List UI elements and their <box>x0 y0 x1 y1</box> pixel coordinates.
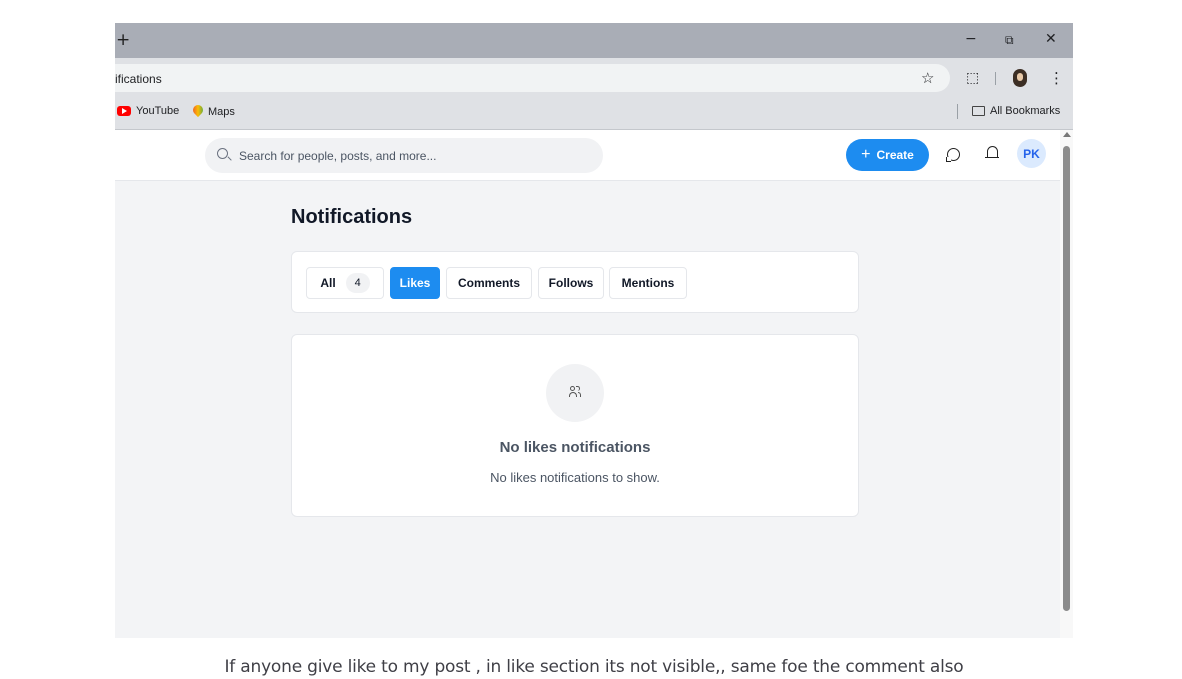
all-bookmarks-button[interactable]: All Bookmarks <box>972 105 1060 117</box>
users-icon <box>569 386 581 398</box>
restore-button[interactable]: ⧉ <box>1005 33 1014 48</box>
youtube-icon <box>117 106 131 116</box>
close-window-button[interactable]: ✕ <box>1045 31 1057 47</box>
maps-icon <box>193 105 203 118</box>
page-title: Notifications <box>291 206 413 228</box>
tab-follows[interactable]: Follows <box>538 267 604 299</box>
tab-likes[interactable]: Likes <box>390 267 440 299</box>
extensions-icon[interactable]: ⬚ <box>966 70 979 86</box>
empty-state-card: No likes notifications No likes notifica… <box>291 334 859 517</box>
tab-all[interactable]: All 4 <box>306 267 384 299</box>
notification-tabs: All 4 Likes Comments Follows Mentions <box>291 251 859 313</box>
toolbar-divider <box>995 72 996 85</box>
menu-icon[interactable]: ⋮ <box>1049 69 1064 87</box>
search-bar[interactable] <box>205 138 603 173</box>
create-button[interactable]: + Create <box>846 139 929 171</box>
scroll-up-arrow-icon[interactable] <box>1063 132 1071 137</box>
search-icon <box>217 148 228 159</box>
new-tab-button[interactable]: + <box>116 30 130 50</box>
scrollbar-thumb[interactable] <box>1063 146 1070 611</box>
empty-state-title: No likes notifications <box>499 439 651 456</box>
bookmarks-divider <box>957 104 958 119</box>
minimize-button[interactable]: − <box>965 31 977 47</box>
bookmark-label: YouTube <box>136 105 180 117</box>
all-bookmarks-label: All Bookmarks <box>990 105 1061 117</box>
bookmark-maps[interactable]: Maps <box>193 105 235 118</box>
tab-mentions[interactable]: Mentions <box>609 267 687 299</box>
browser-titlebar: + − ⧉ ✕ <box>115 23 1073 58</box>
app-header: + Create PK <box>115 130 1060 181</box>
plus-icon: + <box>861 146 871 163</box>
user-avatar[interactable]: PK <box>1017 139 1046 168</box>
profile-avatar[interactable] <box>1013 69 1027 87</box>
bookmark-star-icon[interactable]: ☆ <box>921 69 934 87</box>
empty-state-message: No likes notifications to show. <box>490 470 660 485</box>
search-input[interactable] <box>239 138 589 173</box>
screenshot-frame: + − ⧉ ✕ ifications ☆ ⬚ ⋮ YouTube Maps Al… <box>115 23 1073 638</box>
empty-state-icon-container <box>546 364 604 422</box>
tab-label: All <box>320 276 336 290</box>
tab-comments[interactable]: Comments <box>446 267 532 299</box>
address-text[interactable]: ifications <box>115 72 162 86</box>
bookmark-youtube[interactable]: YouTube <box>117 105 179 117</box>
folder-icon <box>972 106 985 116</box>
address-bar[interactable] <box>115 64 950 92</box>
chat-icon[interactable] <box>946 148 960 162</box>
bookmark-label: Maps <box>208 105 235 118</box>
scrollbar[interactable] <box>1060 130 1073 638</box>
count-badge: 4 <box>345 273 370 293</box>
create-label: Create <box>876 148 914 162</box>
bookmarks-bar <box>115 96 1073 130</box>
screenshot-caption: If anyone give like to my post , in like… <box>224 657 964 677</box>
bell-icon[interactable] <box>985 146 999 159</box>
